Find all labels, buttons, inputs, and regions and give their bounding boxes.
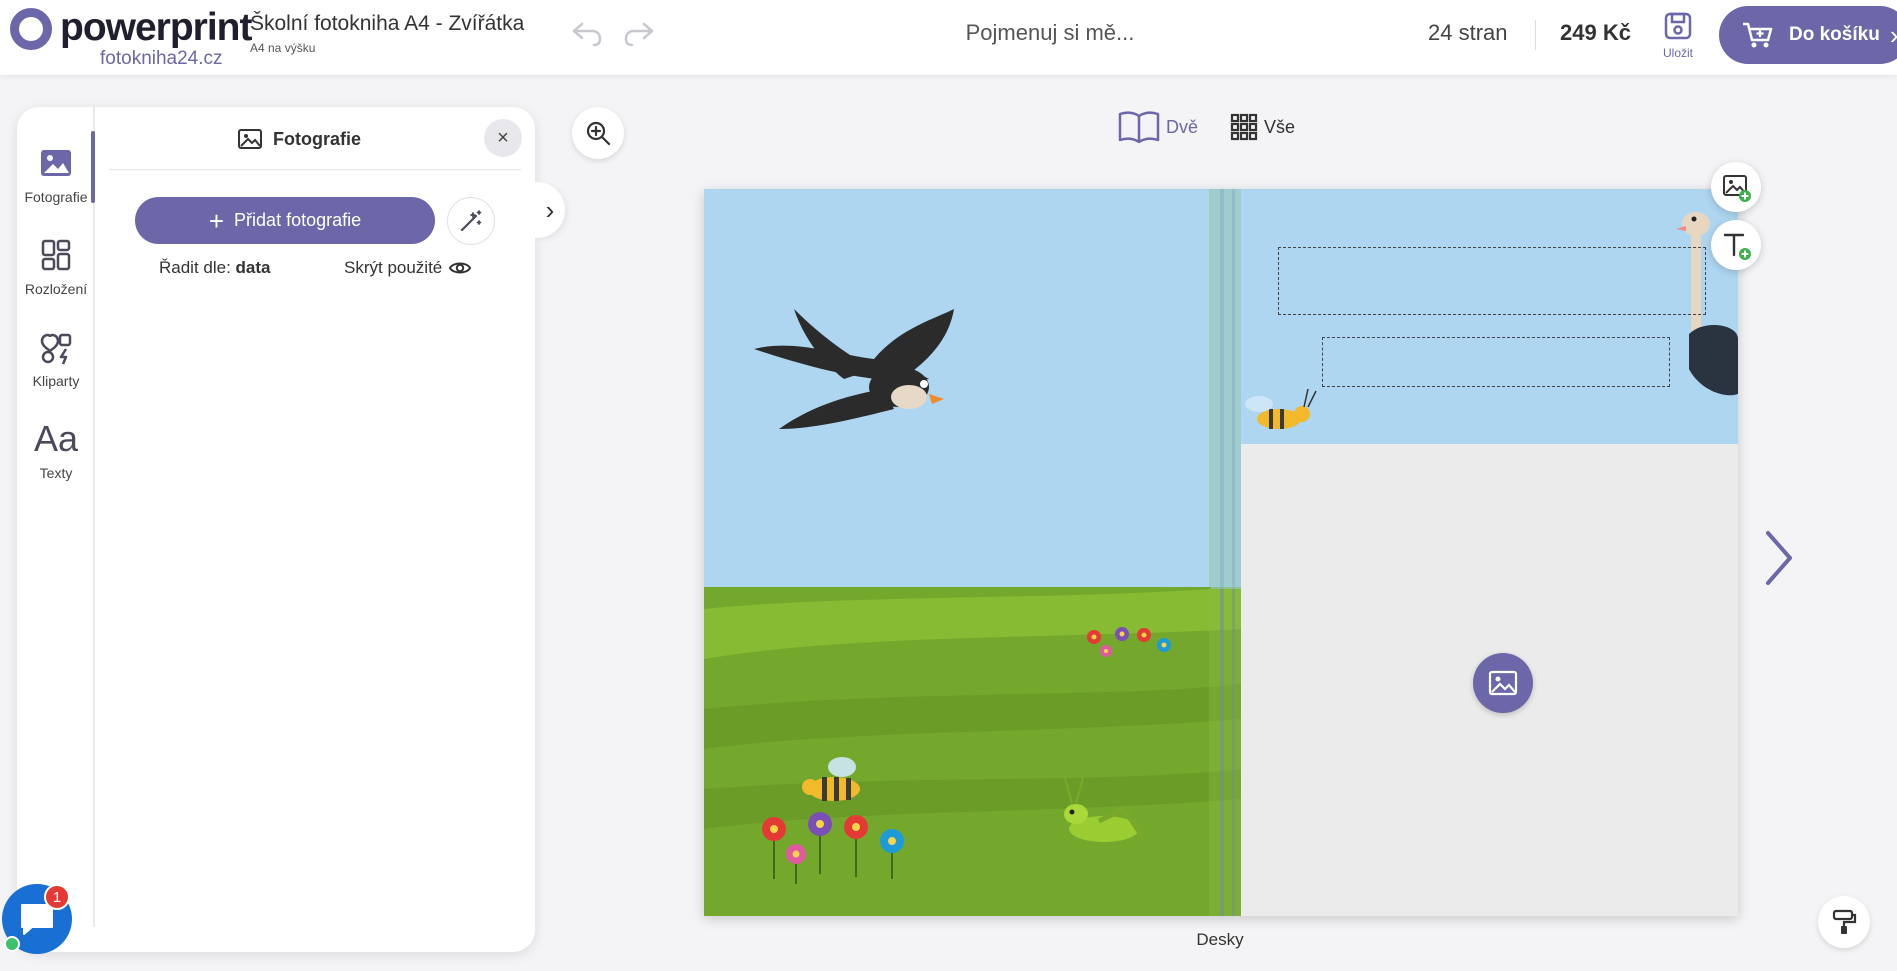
image-icon <box>41 150 71 176</box>
add-image-icon <box>1723 175 1751 202</box>
sidebar-item-rozlozeni[interactable]: Rozložení <box>17 235 95 297</box>
view-two-pages-button[interactable]: Dvě <box>1118 109 1198 145</box>
image-icon <box>1488 670 1518 696</box>
header-divider <box>1535 20 1536 50</box>
panel-title-label: Fotografie <box>273 128 361 149</box>
chevron-right-icon <box>1766 531 1792 585</box>
online-status-dot <box>4 936 20 952</box>
photo-placeholder-button[interactable] <box>1473 653 1533 713</box>
sidebar-item-label: Kliparty <box>32 373 80 389</box>
sort-by[interactable]: Řadit dle: data <box>159 258 271 278</box>
add-text-icon <box>1723 233 1751 260</box>
project-format: A4 na výšku <box>250 41 316 55</box>
layout-icon <box>41 239 71 271</box>
close-icon: × <box>497 126 509 149</box>
redo-button[interactable] <box>622 18 656 53</box>
sidebar-item-label: Rozložení <box>24 281 88 297</box>
paint-roller-button[interactable] <box>1818 896 1870 948</box>
chevron-right-icon: › <box>1890 20 1897 51</box>
project-title-block: Školní fotokniha A4 - Zvířátka A4 na výš… <box>250 12 524 55</box>
undo-button[interactable] <box>570 18 604 53</box>
zoom-in-button[interactable] <box>572 107 624 159</box>
redo-icon <box>624 22 654 47</box>
chevron-right-icon: › <box>545 194 555 225</box>
sort-value: data <box>235 258 271 277</box>
save-label: Uložit <box>1662 46 1693 60</box>
next-spread-button[interactable] <box>1758 528 1798 588</box>
paint-roller-icon <box>1832 909 1857 934</box>
magic-wand-icon <box>460 210 482 232</box>
top-header: powerprint fotokniha24.cz Školní fotokni… <box>0 0 1897 75</box>
project-name-input[interactable]: Pojmenuj si mě... <box>900 20 1200 46</box>
add-text-tool-button[interactable] <box>1711 220 1761 270</box>
price: 249 Kč <box>1560 20 1631 45</box>
cart-icon <box>1743 22 1773 48</box>
undo-icon <box>572 22 602 47</box>
sidebar-rail: Fotografie Rozložení Kliparty Aa Texty <box>17 107 95 927</box>
text-placeholder-title[interactable] <box>1278 247 1706 315</box>
sidebar-item-fotografie[interactable]: Fotografie <box>17 143 95 205</box>
logo-site: fotokniha24.cz <box>100 48 223 69</box>
open-book-icon <box>1118 111 1160 144</box>
grid-icon <box>1230 113 1258 141</box>
view-two-label: Dvě <box>1166 116 1199 137</box>
add-photos-label: Přidat fotografie <box>234 210 362 230</box>
sidebar-item-label: Fotografie <box>24 189 88 205</box>
spread-label: Desky <box>1196 930 1244 949</box>
hide-used-label: Skrýt použité <box>344 258 443 277</box>
text-aa-icon: Aa <box>33 418 79 459</box>
add-to-cart-button[interactable]: Do košíku › <box>1719 6 1897 64</box>
left-panel: Fotografie Rozložení Kliparty Aa Texty F… <box>17 107 535 952</box>
collapse-panel-button[interactable]: › <box>535 182 565 238</box>
image-icon <box>238 129 262 149</box>
chat-unread-badge: 1 <box>44 884 70 910</box>
logo[interactable]: powerprint fotokniha24.cz <box>10 6 252 69</box>
magic-wand-button[interactable] <box>447 197 495 245</box>
panel-title: Fotografie <box>237 127 361 151</box>
close-panel-button[interactable]: × <box>484 119 522 157</box>
save-icon <box>1664 12 1692 40</box>
sidebar-item-texty[interactable]: Aa Texty <box>17 418 95 482</box>
cart-label: Do košíku <box>1789 24 1880 45</box>
project-title: Školní fotokniha A4 - Zvířátka <box>250 12 525 35</box>
logo-brand: powerprint <box>60 6 252 49</box>
sidebar-item-kliparty[interactable]: Kliparty <box>17 327 95 389</box>
plus-icon: + <box>208 205 225 236</box>
zoom-in-icon <box>586 121 611 146</box>
panel-divider <box>109 169 521 170</box>
add-photos-button[interactable]: + Přidat fotografie <box>135 197 435 244</box>
sidebar-item-label: Texty <box>39 465 73 481</box>
hide-used-toggle[interactable]: Skrýt použité <box>344 258 472 278</box>
pages-count: 24 stran <box>1428 20 1508 45</box>
view-toggle: Dvě Vše <box>1118 109 1295 145</box>
eye-icon <box>449 262 472 274</box>
view-all-label: Vše <box>1264 116 1296 137</box>
undo-redo-group <box>570 18 656 53</box>
save-button[interactable]: Uložit <box>1655 10 1701 60</box>
clipart-icon <box>40 333 72 365</box>
view-all-pages-button[interactable]: Vše <box>1230 113 1295 141</box>
add-image-tool-button[interactable] <box>1711 162 1761 212</box>
text-placeholder-subtitle[interactable] <box>1322 337 1670 387</box>
logo-ring-icon <box>10 8 52 50</box>
sort-prefix: Řadit dle: <box>159 258 236 277</box>
